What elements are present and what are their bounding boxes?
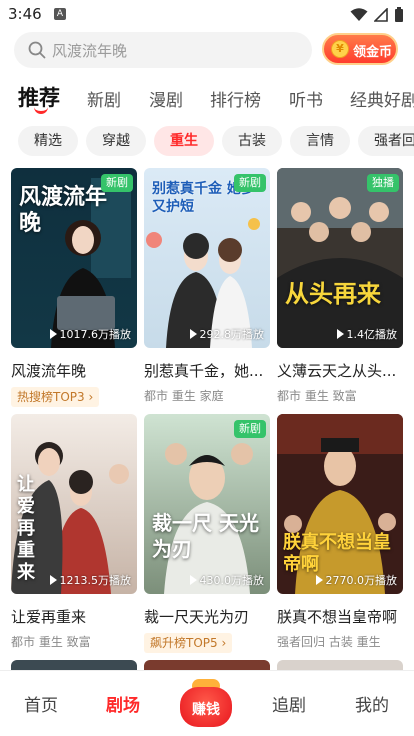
search-input[interactable]: 风渡流年晚 — [14, 32, 312, 68]
genre-chips: 精选 穿越 重生 古装 言情 强者回归 — [0, 126, 414, 156]
new-badge: 新剧 — [234, 174, 266, 192]
play-icon — [315, 575, 323, 585]
chip-featured[interactable]: 精选 — [18, 126, 78, 156]
play-count: 1213.5万播放 — [49, 572, 132, 588]
play-count: 430.0万播放 — [189, 572, 265, 588]
battery-icon — [395, 7, 403, 22]
bottom-nav: 首页 剧场 赚钱 追剧 我的 — [0, 670, 414, 736]
search-row: 风渡流年晚 ¥ 领金币 — [0, 32, 414, 68]
earn-money-button[interactable]: 赚钱 — [180, 679, 232, 729]
drama-poster[interactable]: 裁一尺 天光为刃 新剧 430.0万播放 — [144, 414, 270, 594]
tab-comic-drama[interactable]: 漫剧 — [149, 86, 183, 111]
drama-title: 让爱再重来 — [11, 608, 87, 626]
drama-card[interactable]: 让爱再重来 1213.5万播放 让爱再重来 都市 重生 致富 — [11, 414, 137, 650]
drama-title: 裁一尺天光为刃 — [144, 608, 250, 626]
poster-art — [277, 168, 403, 348]
next-row-poster[interactable] — [11, 660, 137, 670]
drama-tags: 都市 重生 致富 — [11, 635, 91, 649]
drama-poster[interactable]: 风渡流年晚 新剧 1017.6万播放 — [11, 168, 137, 348]
play-count: 2770.0万播放 — [315, 572, 398, 588]
poster-title: 朕真不想当皇帝啊 — [283, 532, 391, 575]
drama-title: 风渡流年晚 — [11, 362, 87, 380]
drama-title: 别惹真千金，她... — [144, 362, 264, 380]
play-count-text: 1213.5万播放 — [59, 574, 132, 587]
collect-coins-button[interactable]: ¥ 领金币 — [322, 33, 398, 65]
play-count-text: 430.0万播放 — [199, 574, 265, 587]
play-icon — [49, 575, 57, 585]
tab-audiobook[interactable]: 听书 — [289, 86, 323, 111]
status-bar: 3:46 A — [0, 0, 414, 30]
nav-follow[interactable]: 追剧 — [272, 691, 306, 716]
next-row-poster[interactable] — [277, 660, 403, 670]
drama-tags: 强者回归 古装 重生 — [277, 635, 381, 649]
exclusive-badge: 独播 — [367, 174, 399, 192]
new-badge: 新剧 — [234, 420, 266, 438]
play-count: 292.8万播放 — [189, 326, 265, 342]
nav-home[interactable]: 首页 — [24, 691, 58, 716]
drama-tags: 都市 重生 家庭 — [144, 389, 224, 403]
chip-rebirth[interactable]: 重生 — [154, 126, 214, 156]
drama-tags: 都市 重生 致富 — [277, 389, 357, 403]
chip-time-travel[interactable]: 穿越 — [86, 126, 146, 156]
play-count-text: 292.8万播放 — [199, 328, 265, 341]
drama-meta: 热搜榜TOP3 › — [11, 387, 137, 407]
drama-title: 朕真不想当皇帝啊 — [277, 608, 398, 626]
main-tabs: 推荐 新剧 漫剧 排行榜 听书 经典好剧 — [0, 82, 414, 118]
earn-label: 赚钱 — [192, 702, 220, 718]
poster-art — [144, 414, 270, 594]
rank-tag-text: 飙升榜TOP5 — [150, 636, 218, 650]
drama-poster[interactable]: 朕真不想当皇帝啊 2770.0万播放 — [277, 414, 403, 594]
drama-card[interactable]: 朕真不想当皇帝啊 2770.0万播放 朕真不想当皇帝啊 强者回归 古装 重生 — [277, 414, 403, 650]
play-count-text: 2770.0万播放 — [325, 574, 398, 587]
drama-meta: 飙升榜TOP5 › — [144, 633, 270, 653]
drama-card[interactable]: 别惹真千金 她爹又护短 新剧 292.8万播放 别惹真千金，她... 都市 重生… — [144, 168, 270, 404]
drama-card[interactable]: 风渡流年晚 新剧 1017.6万播放 风渡流年晚 热搜榜TOP3 › — [11, 168, 137, 407]
drama-card[interactable]: 裁一尺 天光为刃 新剧 430.0万播放 裁一尺天光为刃 飙升榜TOP5 › — [144, 414, 270, 653]
nav-mine[interactable]: 我的 — [355, 691, 389, 716]
drama-poster[interactable]: 别惹真千金 她爹又护短 新剧 292.8万播放 — [144, 168, 270, 348]
new-badge: 新剧 — [101, 174, 133, 192]
chip-costume[interactable]: 古装 — [222, 126, 282, 156]
chip-strong-return[interactable]: 强者回归 — [358, 126, 414, 156]
play-count: 1017.6万播放 — [49, 326, 132, 342]
wifi-icon — [350, 8, 368, 21]
play-count-text: 1.4亿播放 — [346, 328, 398, 341]
next-row-poster[interactable] — [144, 660, 270, 670]
play-icon — [189, 329, 197, 339]
drama-poster[interactable]: 从头再来 独播 1.4亿播放 — [277, 168, 403, 348]
play-icon — [49, 329, 57, 339]
search-placeholder: 风渡流年晚 — [52, 42, 128, 60]
poster-title: 让爱再重来 — [17, 474, 35, 583]
signal-icon — [374, 8, 388, 22]
nav-theater[interactable]: 剧场 — [106, 691, 140, 716]
play-count: 1.4亿播放 — [336, 326, 398, 342]
notification-icon: A — [54, 8, 66, 20]
status-time: 3:46 — [8, 5, 42, 23]
rank-tag-text: 热搜榜TOP3 — [17, 390, 85, 404]
rank-tag[interactable]: 热搜榜TOP3 › — [11, 387, 100, 407]
chip-romance[interactable]: 言情 — [290, 126, 350, 156]
play-icon — [336, 329, 344, 339]
drama-title: 义薄云天之从头... — [277, 362, 397, 380]
drama-poster[interactable]: 让爱再重来 1213.5万播放 — [11, 414, 137, 594]
coin-icon: ¥ — [331, 40, 349, 58]
status-icons — [350, 6, 404, 24]
drama-card[interactable]: 从头再来 独播 1.4亿播放 义薄云天之从头... 都市 重生 致富 — [277, 168, 403, 404]
poster-title: 裁一尺 天光为刃 — [152, 511, 259, 561]
play-count-text: 1017.6万播放 — [59, 328, 132, 341]
collect-coins-label: 领金币 — [353, 45, 393, 60]
poster-title: 风渡流年晚 — [19, 184, 108, 236]
play-icon — [189, 575, 197, 585]
tab-classic[interactable]: 经典好剧 — [350, 86, 414, 111]
poster-title: 从头再来 — [285, 279, 381, 308]
tab-new-drama[interactable]: 新剧 — [87, 86, 121, 111]
tab-ranking[interactable]: 排行榜 — [210, 86, 261, 111]
rank-tag[interactable]: 飙升榜TOP5 › — [144, 633, 233, 653]
active-tab-indicator — [34, 107, 48, 114]
search-icon — [28, 41, 46, 59]
